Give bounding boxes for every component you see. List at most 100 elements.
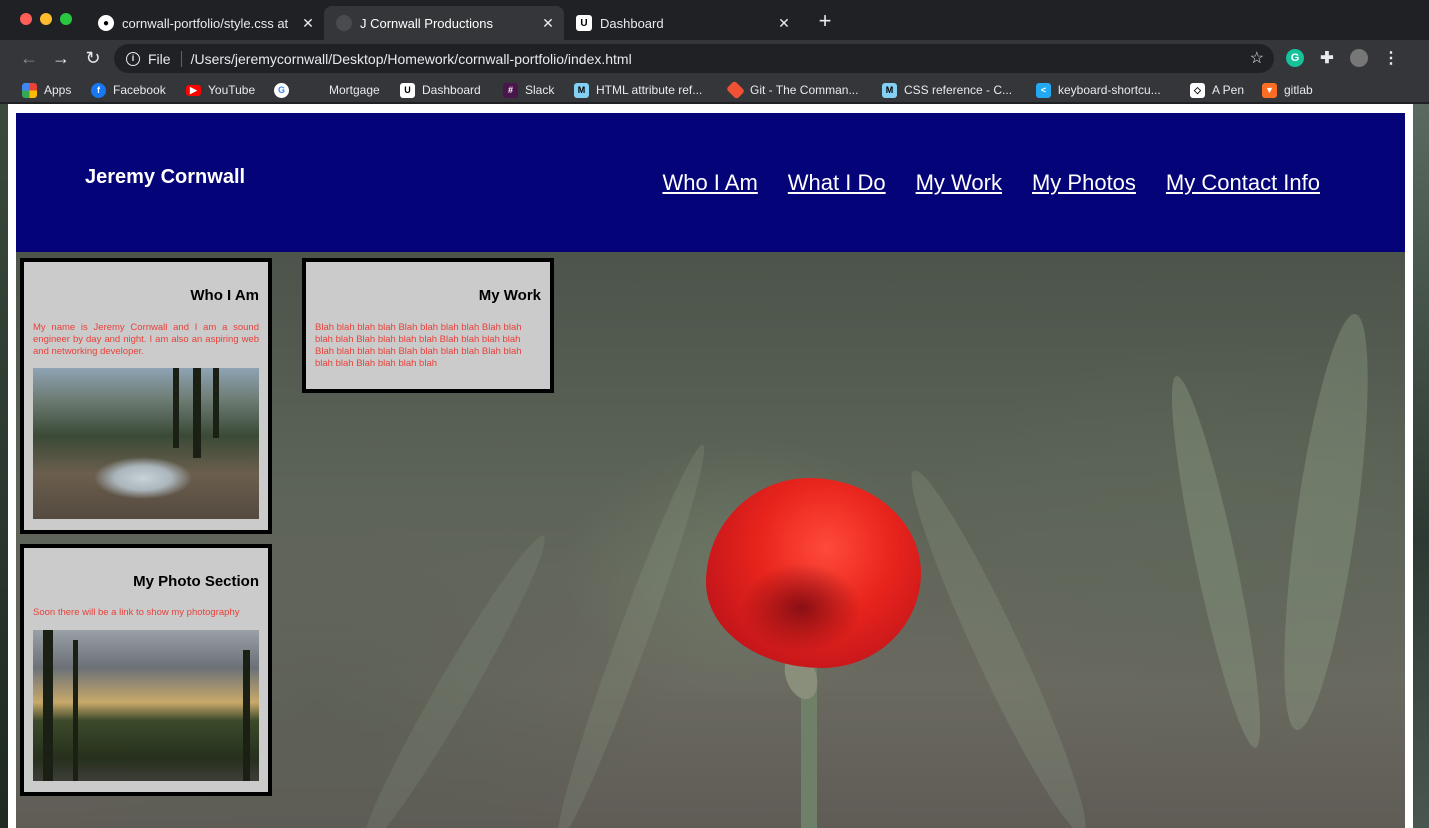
bookmark-git[interactable]: Git - The Comman... (725, 80, 858, 100)
address-bar[interactable]: i File /Users/jeremycornwall/Desktop/Hom… (114, 44, 1274, 73)
minimize-window-button[interactable] (40, 13, 52, 25)
grammarly-icon[interactable]: G (1286, 49, 1304, 67)
bookmark-label: gitlab (1284, 83, 1313, 97)
bookmark-a-pen[interactable]: ◇ A Pen (1190, 81, 1244, 99)
desktop-background-right (1413, 104, 1429, 828)
mdn-icon: M (882, 82, 897, 98)
bookmark-html-attribute[interactable]: M HTML attribute ref... (574, 81, 702, 99)
info-icon[interactable]: i (126, 51, 140, 66)
bookmark-mortgage[interactable]: Mortgage (329, 81, 380, 99)
scheme-label: File (148, 50, 171, 67)
nav-link-what-i-do[interactable]: What I Do (788, 170, 886, 196)
bookmark-google[interactable]: G (274, 81, 296, 99)
bookmark-css-reference[interactable]: M CSS reference - C... (882, 81, 1012, 99)
page-viewport: Jeremy Cornwall Who I Am What I Do My Wo… (8, 104, 1413, 828)
card-title: My Work (478, 287, 541, 304)
github-icon: ● (98, 15, 114, 31)
tab-strip: ● cornwall-portfolio/style.css at ✕ J Co… (0, 0, 1429, 40)
close-window-button[interactable] (20, 13, 32, 25)
reload-icon[interactable]: ↻ (81, 46, 105, 70)
close-tab-icon[interactable]: ✕ (774, 15, 794, 32)
site-nav: Who I Am What I Do My Work My Photos My … (632, 170, 1320, 196)
close-tab-icon[interactable]: ✕ (538, 15, 558, 32)
bookmark-label: Facebook (113, 83, 166, 97)
tab-title: Dashboard (600, 15, 664, 31)
card-title: Who I Am (190, 287, 259, 304)
bookmark-label: Mortgage (329, 83, 380, 97)
bookmark-label: Slack (525, 83, 555, 97)
poppy-flower (706, 478, 921, 668)
tree-shape (173, 368, 179, 448)
bookmark-label: CSS reference - C... (904, 83, 1013, 97)
tab-github-style[interactable]: ● cornwall-portfolio/style.css at ✕ (86, 6, 324, 40)
plant-stem-shape (348, 527, 559, 828)
bookmark-youtube[interactable]: ▶ YouTube (186, 81, 255, 99)
mdn-icon: M (574, 82, 589, 98)
card-my-work: My Work Blah blah blah blah Blah blah bl… (302, 258, 554, 393)
git-icon (725, 80, 746, 100)
nav-link-who-i-am[interactable]: Who I Am (662, 170, 757, 196)
tree-shape (73, 640, 78, 781)
plant-stem-shape (1267, 309, 1385, 735)
nav-link-my-work[interactable]: My Work (916, 170, 1002, 196)
tab-title: J Cornwall Productions (360, 15, 493, 31)
utah-u-icon: U (576, 15, 592, 31)
vscode-icon: < (1036, 82, 1051, 98)
tree-shape (193, 368, 201, 458)
bookmark-label: Dashboard (422, 83, 481, 97)
back-arrow-icon[interactable]: ← (17, 46, 41, 70)
forest-photo (33, 630, 259, 781)
bookmark-label: YouTube (208, 83, 256, 97)
site-brand: Jeremy Cornwall (85, 166, 246, 188)
bookmark-label: keyboard-shortcu... (1058, 83, 1161, 97)
card-my-photo-section: My Photo Section Soon there will be a li… (20, 544, 272, 796)
facebook-icon: f (91, 82, 106, 98)
bookmark-label: HTML attribute ref... (596, 83, 703, 97)
bookmark-slack[interactable]: # Slack (503, 81, 554, 99)
gitlab-icon: ▼ (1262, 82, 1277, 98)
extensions-puzzle-icon[interactable]: ✚ (1318, 49, 1336, 67)
card-text: Soon there will be a link to show my pho… (33, 607, 240, 618)
bookmark-keyboard-shortcuts[interactable]: < keyboard-shortcu... (1036, 81, 1161, 99)
divider (180, 50, 182, 67)
kebab-menu-icon[interactable]: ⋮ (1382, 49, 1400, 67)
bookmarks-bar: Apps f Facebook ▶ YouTube G Mortgage U D… (0, 77, 1429, 103)
new-tab-button[interactable]: + (813, 10, 837, 34)
bookmark-gitlab[interactable]: ▼ gitlab (1262, 81, 1313, 99)
tab-cornwall-productions[interactable]: J Cornwall Productions ✕ (324, 6, 564, 40)
river-photo (33, 368, 259, 519)
desktop-background-left (0, 104, 8, 828)
close-tab-icon[interactable]: ✕ (298, 15, 318, 32)
utah-u-icon: U (400, 82, 415, 98)
card-who-i-am: Who I Am My name is Jeremy Cornwall and … (20, 258, 272, 534)
bookmark-dashboard[interactable]: U Dashboard (400, 81, 481, 99)
youtube-icon: ▶ (186, 84, 201, 96)
bookmark-apps[interactable]: Apps (22, 81, 71, 99)
bookmark-label: Apps (44, 83, 72, 97)
url-text[interactable]: /Users/jeremycornwall/Desktop/Homework/c… (191, 51, 632, 67)
profile-avatar[interactable] (1350, 49, 1368, 67)
tree-shape (213, 368, 219, 438)
apps-grid-icon (22, 82, 37, 98)
maximize-window-button[interactable] (60, 13, 72, 25)
tab-title: cornwall-portfolio/style.css at (122, 15, 289, 31)
bookmark-label: A Pen (1212, 83, 1245, 97)
site-header: Jeremy Cornwall Who I Am What I Do My Wo… (16, 113, 1405, 252)
bookmark-star-icon[interactable]: ☆ (1250, 48, 1264, 68)
globe-icon (336, 15, 352, 31)
card-text: Blah blah blah blah Blah blah blah blah … (315, 322, 522, 369)
forward-arrow-icon[interactable]: → (49, 46, 73, 70)
card-text: My name is Jeremy Cornwall and I am a so… (33, 322, 259, 357)
slack-icon: # (503, 82, 518, 98)
browser-toolbar: ← → ↻ i File /Users/jeremycornwall/Deskt… (0, 40, 1429, 77)
tab-dashboard[interactable]: U Dashboard ✕ (564, 6, 800, 40)
bookmark-facebook[interactable]: f Facebook (91, 81, 166, 99)
codepen-icon: ◇ (1190, 82, 1205, 98)
tree-shape (43, 630, 53, 781)
tree-shape (243, 650, 250, 781)
google-icon: G (274, 82, 289, 98)
nav-link-my-contact-info[interactable]: My Contact Info (1166, 170, 1320, 196)
nav-link-my-photos[interactable]: My Photos (1032, 170, 1136, 196)
plant-stem-shape (893, 461, 1104, 828)
plant-stem-shape (545, 439, 717, 828)
